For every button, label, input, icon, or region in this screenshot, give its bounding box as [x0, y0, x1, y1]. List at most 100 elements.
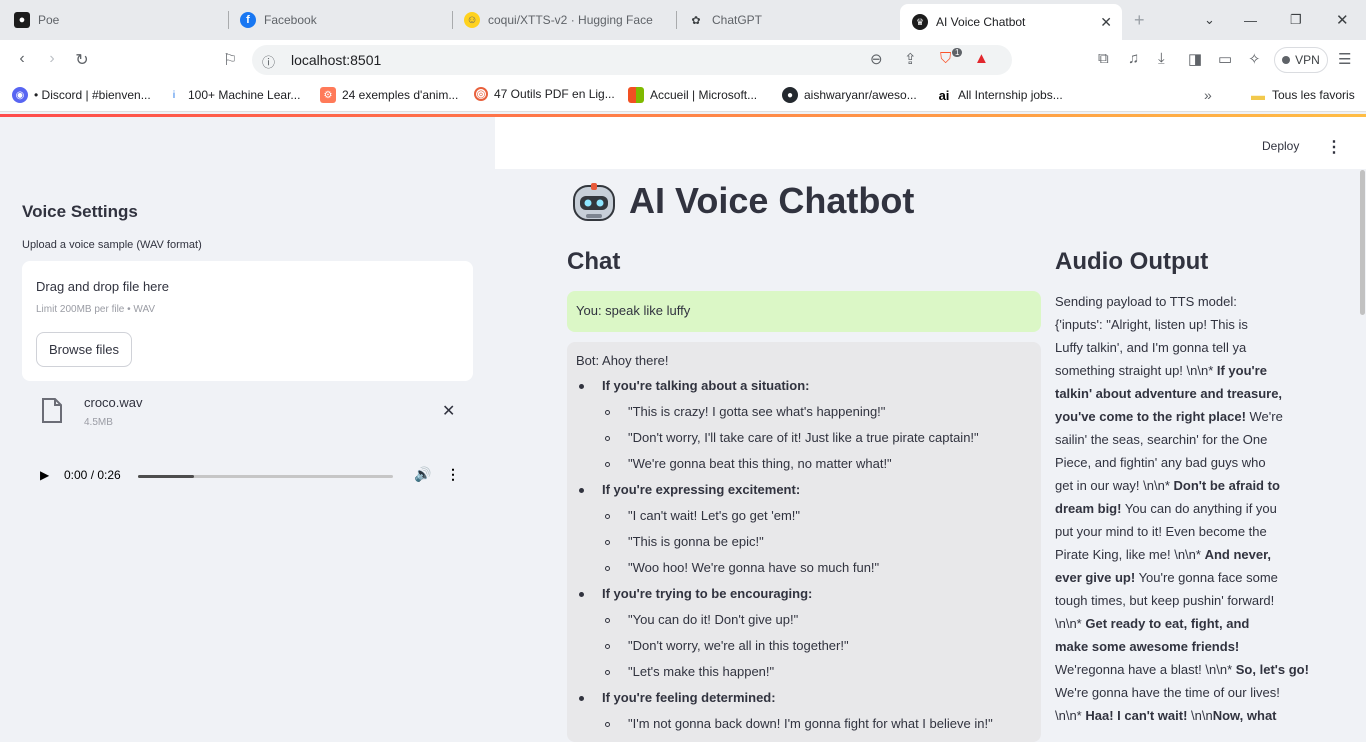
app-header	[495, 117, 1366, 169]
tab-ai-voice-chatbot[interactable]: ♛ AI Voice Chatbot ✕	[900, 4, 1122, 40]
sub-bullet-icon	[605, 410, 610, 415]
music-icon[interactable]: ♫	[1128, 50, 1139, 67]
bot-list-item: "Don't worry, we're all in this together…	[628, 638, 849, 653]
audio-output-segment: ever give up!	[1055, 570, 1136, 585]
browse-files-button[interactable]: Browse files	[36, 332, 132, 367]
audio-more-icon[interactable]: ⋮	[446, 466, 460, 483]
bookmark-discord[interactable]: ◉ • Discord | #bienven...	[12, 87, 151, 103]
tab-huggingface[interactable]: ☺ coqui/XTTS-v2 · Hugging Face	[464, 0, 653, 40]
dropzone-title: Drag and drop file here	[36, 279, 169, 294]
audio-output-line: something straight up! \n\n* If you're	[1055, 359, 1295, 382]
close-icon[interactable]: ✕	[1100, 14, 1112, 31]
audio-output-line: dream big! You can do anything if you	[1055, 497, 1295, 520]
robot-icon	[573, 183, 615, 221]
info-icon[interactable]: ⓘ	[262, 52, 275, 71]
zoom-icon[interactable]: ⊖	[870, 50, 883, 68]
github-icon: ●	[782, 87, 798, 103]
bookmark-label: 24 exemples d'anim...	[342, 88, 459, 102]
sub-bullet-icon	[605, 618, 610, 623]
brave-shields-icon[interactable]: ⛉	[940, 50, 951, 67]
bot-list-item: "I'm not gonna back down! I'm gonna figh…	[628, 716, 993, 731]
bookmark-animations[interactable]: ⚙ 24 exemples d'anim...	[320, 87, 458, 103]
new-tab-icon[interactable]: +	[1134, 0, 1145, 40]
bookmark-pdf-tools[interactable]: ◎ 47 Outils PDF en Lig...	[474, 87, 615, 101]
forward-icon[interactable]: ›	[42, 50, 62, 68]
menu-icon[interactable]: ☰	[1338, 50, 1351, 68]
minimize-icon[interactable]: —	[1244, 0, 1257, 40]
audio-output-segment: sailin' the seas, searchin' for the One	[1055, 432, 1268, 447]
audio-output-segment: \n\n*	[1055, 616, 1086, 631]
remove-file-icon[interactable]: ✕	[442, 401, 455, 421]
bookmark-all-favorites[interactable]: ▬ Tous les favoris	[1250, 87, 1355, 103]
audio-seek-bar[interactable]	[138, 475, 393, 478]
bookmark-internships[interactable]: ai All Internship jobs...	[936, 87, 1063, 103]
window-close-icon[interactable]: ✕	[1336, 0, 1349, 40]
tab-label: AI Voice Chatbot	[936, 15, 1026, 29]
audio-output-segment: \n\n*	[1055, 708, 1086, 723]
reload-icon[interactable]: ↻	[72, 50, 92, 70]
user-message: You: speak like luffy	[567, 291, 1041, 332]
bot-list-item: "Let's make this happen!"	[628, 664, 775, 679]
chevron-down-icon[interactable]: ⌄	[1204, 0, 1215, 40]
file-icon	[42, 398, 62, 423]
audio-output-segment: Piece, and fightin' any bad guys who	[1055, 455, 1266, 470]
back-icon[interactable]: ‹	[12, 50, 32, 68]
play-icon[interactable]: ▶	[40, 468, 49, 482]
tab-separator	[228, 11, 229, 29]
share-icon[interactable]: ⇪	[904, 50, 917, 68]
sub-bullet-icon	[605, 566, 610, 571]
brave-rewards-icon[interactable]: ▲	[974, 50, 989, 67]
audio-output-segment: You can do anything if you	[1121, 501, 1277, 516]
audio-output-segment: We're gonna have the time of our lives!	[1055, 685, 1280, 700]
tab-label: Facebook	[264, 13, 317, 27]
bot-section-heading: If you're feeling determined:	[602, 690, 776, 705]
bot-list-item: "This is crazy! I gotta see what's happe…	[628, 404, 886, 419]
audio-output-segment: {'inputs': "Alright, listen up! This is	[1055, 317, 1248, 332]
file-size: 4.5MB	[84, 417, 113, 428]
audio-output-line: Sending payload to TTS model:	[1055, 290, 1295, 313]
audio-output-segment: something straight up! \n\n*	[1055, 363, 1217, 378]
chatgpt-icon: ✿	[691, 14, 701, 27]
main-scrollbar[interactable]	[1360, 170, 1365, 315]
tab-chatgpt[interactable]: ✿ ChatGPT	[688, 0, 762, 40]
audio-output-line: sailin' the seas, searchin' for the One	[1055, 428, 1295, 451]
dropzone-limit: Limit 200MB per file • WAV	[36, 304, 156, 315]
vpn-button[interactable]: VPN	[1274, 47, 1328, 73]
audio-output-segment: Don't be afraid to	[1173, 478, 1280, 493]
audio-output-segment: gonna have a blast! \n\n*	[1088, 662, 1236, 677]
download-icon[interactable]: ⤓	[1158, 50, 1165, 67]
audio-output-segment: make some awesome friends!	[1055, 639, 1240, 654]
audio-output-segment: tough times, but keep pushin' forward!	[1055, 593, 1275, 608]
chat-heading: Chat	[567, 248, 621, 275]
sub-bullet-icon	[605, 514, 610, 519]
deploy-button[interactable]: Deploy	[1262, 139, 1299, 153]
main-menu-icon[interactable]: ⋮	[1326, 137, 1342, 157]
tab-poe[interactable]: ● Poe	[14, 0, 59, 40]
tab-facebook[interactable]: f Facebook	[240, 0, 317, 40]
maximize-icon[interactable]: ❐	[1290, 0, 1302, 40]
audio-output-segment: If you're	[1216, 363, 1267, 378]
bookmark-github[interactable]: ● aishwaryanr/aweso...	[782, 87, 917, 103]
audio-output-line: We'regonna have a blast! \n\n* So, let's…	[1055, 658, 1309, 681]
wallet-icon[interactable]: ▭	[1218, 50, 1232, 68]
bookmark-machine-learning[interactable]: i 100+ Machine Lear...	[166, 87, 301, 103]
audio-output-segment: So, let's go!	[1235, 662, 1309, 677]
bullet-icon	[579, 488, 584, 493]
url-text: localhost:8501	[291, 52, 382, 68]
more-bookmarks-icon[interactable]: »	[1204, 87, 1212, 103]
audio-output-segment: We're	[1055, 662, 1089, 677]
upload-label: Upload a voice sample (WAV format)	[22, 239, 202, 251]
leo-ai-icon[interactable]: ✧	[1248, 50, 1261, 68]
sub-bullet-icon	[605, 644, 610, 649]
extensions-icon[interactable]: ⧉	[1098, 50, 1109, 67]
bookmark-icon[interactable]: ⚐	[220, 50, 240, 70]
audio-progress	[138, 475, 195, 478]
bullet-icon	[579, 696, 584, 701]
audio-output-line: put your mind to it! Even become the	[1055, 520, 1295, 543]
sidebar-icon[interactable]: ◨	[1188, 50, 1202, 68]
sub-bullet-icon	[605, 436, 610, 441]
audio-output-segment: Now, what	[1212, 708, 1277, 723]
volume-icon[interactable]: 🔊	[414, 466, 431, 483]
sub-bullet-icon	[605, 462, 610, 467]
bookmark-microsoft[interactable]: Accueil | Microsoft...	[628, 87, 757, 103]
